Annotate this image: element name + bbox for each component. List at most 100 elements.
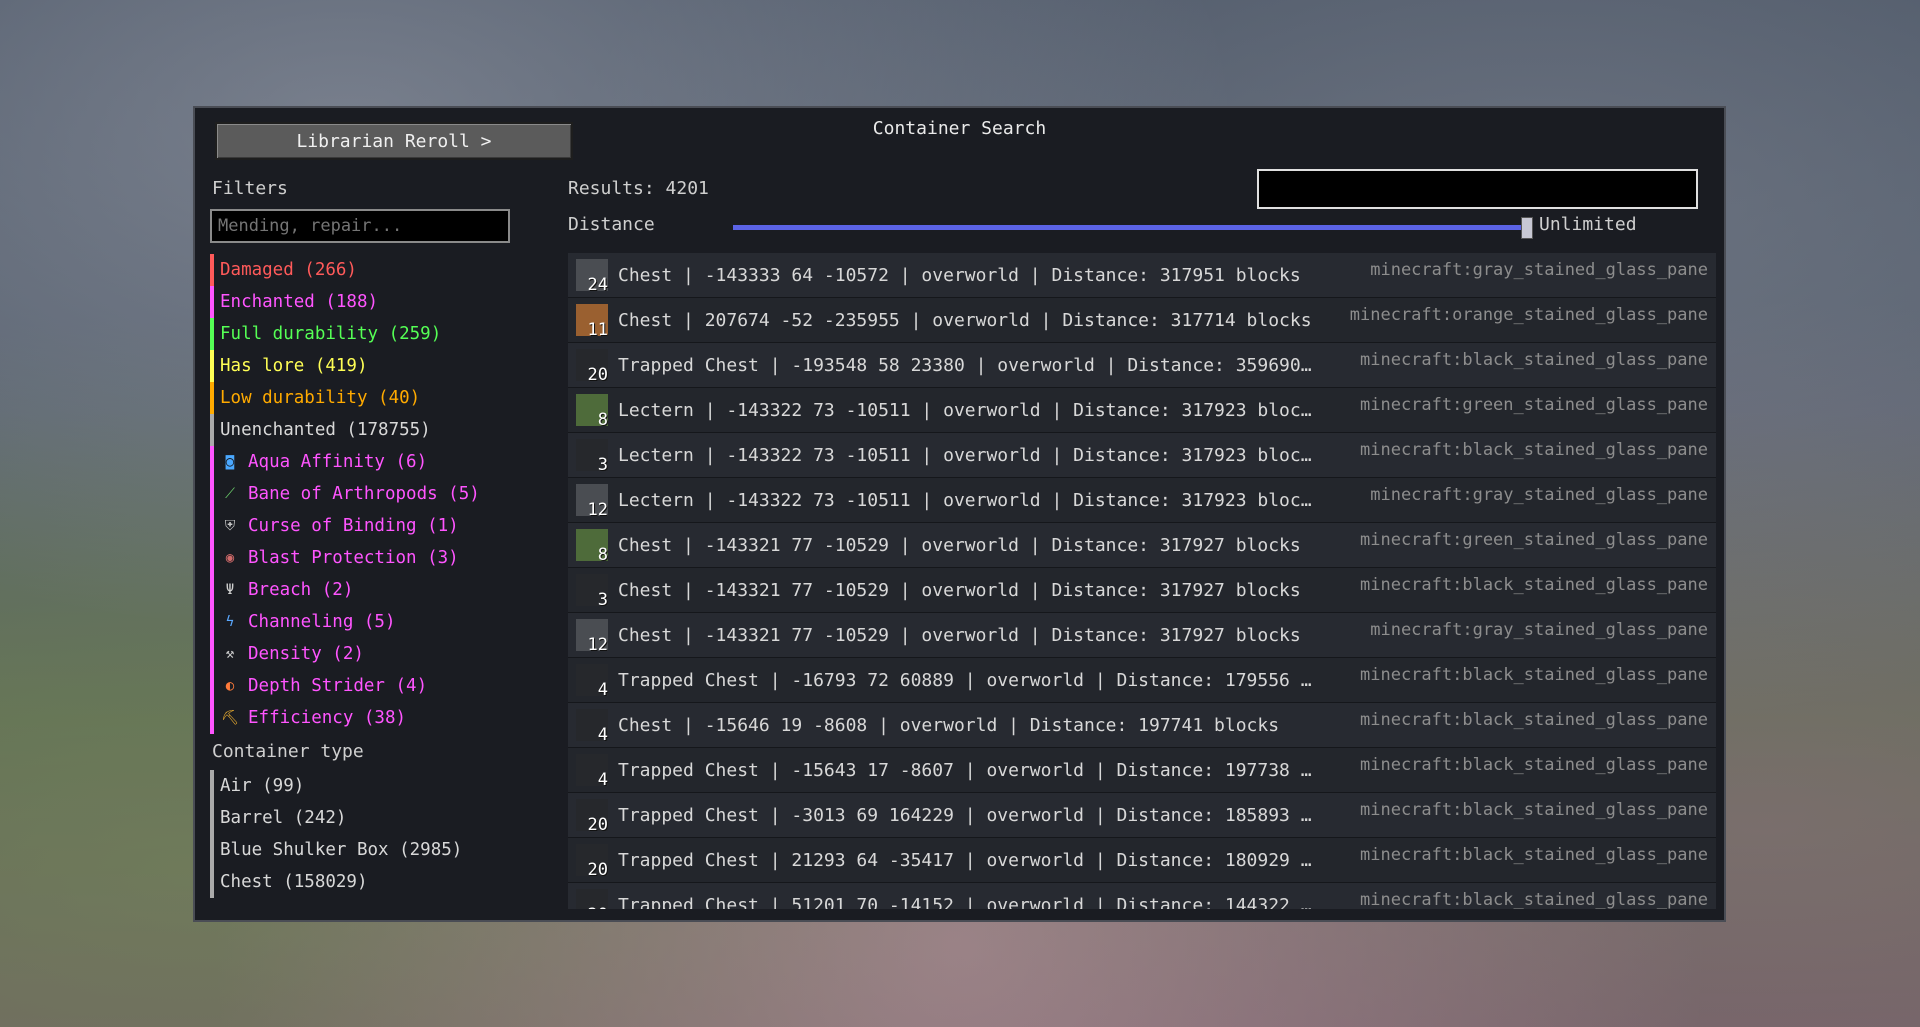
result-text: Trapped Chest | -3013 69 164229 | overwo… <box>618 804 1318 826</box>
item-slot-icon: 4 <box>576 709 608 745</box>
item-slot-icon: 8 <box>576 529 608 565</box>
filter-item[interactable]: ⛏ Efficiency (38) <box>210 702 540 734</box>
curse-of-binding-icon: ⛨ <box>224 518 236 534</box>
filter-label: Unenchanted (178755) <box>220 420 431 440</box>
item-count: 4 <box>597 725 608 745</box>
result-row[interactable]: 20 Trapped Chest | 21293 64 -35417 | over… <box>568 838 1716 883</box>
filter-item[interactable]: ◐ Depth Strider (4) <box>210 670 540 702</box>
item-slot-icon: 4 <box>576 754 608 790</box>
result-text: Lectern | -143322 73 -10511 | overworld … <box>618 489 1318 511</box>
item-slot-icon: 20 <box>576 349 608 385</box>
item-id: minecraft:black_stained_glass_pane <box>1360 800 1708 820</box>
filter-item[interactable]: Low durability (40) <box>210 382 540 414</box>
distance-slider-value: Unlimited <box>1539 214 1637 235</box>
channeling-icon: ϟ <box>225 614 235 630</box>
container-type-item[interactable]: Blue Shulker Box (2985) <box>210 834 540 866</box>
filter-label: Damaged (266) <box>220 260 357 280</box>
item-id: minecraft:green_stained_glass_pane <box>1360 395 1708 415</box>
item-count: 24 <box>587 275 608 295</box>
filter-label: Density (2) <box>248 644 364 664</box>
filter-item[interactable]: Damaged (266) <box>210 254 540 286</box>
filter-item[interactable]: ⚒ Density (2) <box>210 638 540 670</box>
item-count: 12 <box>587 635 608 655</box>
item-count: 4 <box>597 770 608 790</box>
result-text: Trapped Chest | -16793 72 60889 | overwo… <box>618 669 1318 691</box>
result-text: Chest | -143333 64 -10572 | overworld | … <box>618 264 1301 286</box>
result-row[interactable]: 4 Trapped Chest | -15643 17 -8607 | overw… <box>568 748 1716 793</box>
container-type-item[interactable]: Air (99) <box>210 770 540 802</box>
item-id: minecraft:black_stained_glass_pane <box>1360 350 1708 370</box>
search-input[interactable] <box>1257 169 1698 209</box>
result-row[interactable]: 20 Trapped Chest | -3013 69 164229 | over… <box>568 793 1716 838</box>
result-text: Chest | -143321 77 -10529 | overworld | … <box>618 534 1301 556</box>
filter-item[interactable]: ⛨ Curse of Binding (1) <box>210 510 540 542</box>
item-count: 20 <box>588 905 608 909</box>
item-count: 20 <box>587 860 608 880</box>
filter-search-input[interactable] <box>210 209 510 243</box>
item-count: 4 <box>597 680 608 700</box>
result-text: Chest | -143321 77 -10529 | overworld | … <box>618 579 1301 601</box>
filter-item[interactable]: Unenchanted (178755) <box>210 414 540 446</box>
bane-of-arthropods-icon: ⟋ <box>225 486 235 502</box>
results-count: Results: 4201 <box>568 178 709 199</box>
item-id: minecraft:gray_stained_glass_pane <box>1370 260 1708 280</box>
filter-list: Damaged (266) Enchanted (188) Full durabil… <box>210 254 540 909</box>
container-type-label: Chest (158029) <box>220 872 368 892</box>
container-type-item[interactable]: Barrel (242) <box>210 802 540 834</box>
item-count: 12 <box>587 500 608 520</box>
result-text: Trapped Chest | 21293 64 -35417 | overwo… <box>618 849 1318 871</box>
result-row[interactable]: 12 Lectern | -143322 73 -10511 | overworl… <box>568 478 1716 523</box>
item-slot-icon: 4 <box>576 664 608 700</box>
filter-label: Enchanted (188) <box>220 292 379 312</box>
filter-items: Damaged (266) Enchanted (188) Full durabil… <box>210 254 540 734</box>
item-id: minecraft:black_stained_glass_pane <box>1360 665 1708 685</box>
container-type-item[interactable]: Chest (158029) <box>210 866 540 898</box>
filter-label: Breach (2) <box>248 580 354 600</box>
result-text: Lectern | -143322 73 -10511 | overworld … <box>618 399 1318 421</box>
filter-label: Channeling (5) <box>248 612 396 632</box>
item-slot-icon: 12 <box>576 484 608 520</box>
result-row[interactable]: 8 Lectern | -143322 73 -10511 | overworld… <box>568 388 1716 433</box>
result-row[interactable]: 11 Chest | 207674 -52 -235955 | overworld… <box>568 298 1716 343</box>
results-list: 24 Chest | -143333 64 -10572 | overworld … <box>568 253 1716 909</box>
filter-item[interactable]: ϟ Channeling (5) <box>210 606 540 638</box>
filter-item[interactable]: ◉ Blast Protection (3) <box>210 542 540 574</box>
filter-item[interactable]: Has lore (419) <box>210 350 540 382</box>
distance-slider-track[interactable] <box>733 225 1533 230</box>
item-id: minecraft:black_stained_glass_pane <box>1360 890 1708 909</box>
item-id: minecraft:black_stained_glass_pane <box>1360 440 1708 460</box>
container-type-heading: Container type <box>212 741 364 762</box>
item-count: 8 <box>597 410 608 430</box>
result-text: Lectern | -143322 73 -10511 | overworld … <box>618 444 1318 466</box>
result-row[interactable]: 4 Chest | -15646 19 -8608 | overworld | D… <box>568 703 1716 748</box>
breach-icon: Ψ <box>225 582 235 598</box>
result-text: Chest | -15646 19 -8608 | overworld | Di… <box>618 714 1280 736</box>
filter-label: Blast Protection (3) <box>248 548 459 568</box>
result-text: Chest | -143321 77 -10529 | overworld | … <box>618 624 1301 646</box>
result-row[interactable]: 24 Chest | -143333 64 -10572 | overworld … <box>568 253 1716 298</box>
distance-slider-handle[interactable] <box>1521 217 1533 239</box>
filter-item[interactable]: Enchanted (188) <box>210 286 540 318</box>
filter-item[interactable]: ⟋ Bane of Arthropods (5) <box>210 478 540 510</box>
filter-label: Aqua Affinity (6) <box>248 452 428 472</box>
item-slot-icon: 20 <box>576 844 608 880</box>
filter-item[interactable]: ◙ Aqua Affinity (6) <box>210 446 540 478</box>
result-row[interactable]: 3 Chest | -143321 77 -10529 | overworld |… <box>568 568 1716 613</box>
result-row[interactable]: 3 Lectern | -143322 73 -10511 | overworld… <box>568 433 1716 478</box>
filter-item[interactable]: Full durability (259) <box>210 318 540 350</box>
filter-label: Low durability (40) <box>220 388 421 408</box>
item-slot-icon: 3 <box>576 574 608 610</box>
result-row[interactable]: 4 Trapped Chest | -16793 72 60889 | overw… <box>568 658 1716 703</box>
result-row[interactable]: 12 Chest | -143321 77 -10529 | overworld … <box>568 613 1716 658</box>
item-slot-icon: 20 <box>576 889 608 909</box>
item-id: minecraft:gray_stained_glass_pane <box>1370 485 1708 505</box>
item-slot-icon: 20 <box>576 799 608 835</box>
item-id: minecraft:green_stained_glass_pane <box>1360 530 1708 550</box>
result-row[interactable]: 8 Chest | -143321 77 -10529 | overworld |… <box>568 523 1716 568</box>
result-row[interactable]: 20 Trapped Chest | 51201 70 -14152 | over… <box>568 883 1716 909</box>
item-id: minecraft:black_stained_glass_pane <box>1360 755 1708 775</box>
item-id: minecraft:gray_stained_glass_pane <box>1370 620 1708 640</box>
filter-item[interactable]: Ψ Breach (2) <box>210 574 540 606</box>
filter-label: Efficiency (38) <box>248 708 407 728</box>
result-row[interactable]: 20 Trapped Chest | -193548 58 23380 | ove… <box>568 343 1716 388</box>
